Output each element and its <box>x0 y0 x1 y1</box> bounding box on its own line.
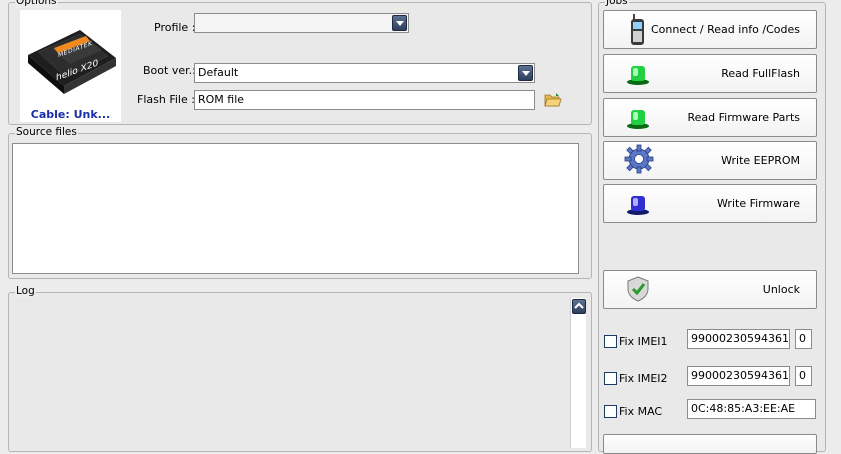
fix-imei1-checkbox[interactable] <box>604 335 617 348</box>
imei1-digit-value: 0 <box>799 332 806 345</box>
source-files-title: Source files <box>15 126 78 139</box>
gear-icon <box>624 144 654 174</box>
boot-select[interactable]: Default <box>194 63 535 83</box>
extra-job-button[interactable] <box>603 434 817 454</box>
write-eeprom-button[interactable]: Write EEPROM <box>603 141 817 180</box>
mac-input[interactable]: 0C:48:85:A3:EE:AE <box>687 399 816 419</box>
connect-read-info-button[interactable]: Connect / Read info /Codes <box>603 10 817 49</box>
write-eeprom-label: Write EEPROM <box>721 154 800 167</box>
chip-image: MEDIATEK helio X20 <box>20 10 121 108</box>
jobs-title: Jobs <box>605 0 629 8</box>
source-files-list[interactable] <box>12 143 579 274</box>
folder-open-icon[interactable] <box>544 92 562 108</box>
unlock-button[interactable]: Unlock <box>603 270 817 309</box>
imei1-input[interactable]: 990002305943613 <box>687 329 790 349</box>
cable-status-text: Cable: Unk... <box>30 108 111 121</box>
green-led-icon <box>624 59 652 87</box>
flash-file-input[interactable]: ROM file <box>194 90 535 110</box>
unlock-label: Unlock <box>762 283 800 296</box>
cable-status: Cable: Unk... <box>20 108 121 122</box>
options-title: Options <box>15 0 58 8</box>
imei2-check-digit[interactable]: 0 <box>795 366 812 386</box>
read-firmware-parts-label: Read Firmware Parts <box>687 111 801 124</box>
imei1-check-digit[interactable]: 0 <box>795 329 812 349</box>
imei2-value: 990002305943613 <box>691 369 790 382</box>
imei1-value: 990002305943613 <box>691 332 790 345</box>
phone-icon <box>624 14 652 45</box>
profile-select[interactable] <box>194 13 409 33</box>
fix-mac-label: Fix MAC <box>619 405 663 418</box>
profile-dropdown-icon[interactable] <box>392 15 407 31</box>
fix-imei2-label: Fix IMEI2 <box>619 372 668 385</box>
write-firmware-button[interactable]: Write Firmware <box>603 184 817 223</box>
imei2-digit-value: 0 <box>799 369 806 382</box>
green-led-icon <box>624 103 652 131</box>
mac-value: 0C:48:85:A3:EE:AE <box>691 402 796 415</box>
boot-dropdown-icon[interactable] <box>518 65 533 81</box>
read-fullflash-label: Read FullFlash <box>721 67 800 80</box>
fix-imei1-label: Fix IMEI1 <box>619 335 668 348</box>
boot-label: Boot ver.: <box>143 64 196 77</box>
chip-icon <box>28 30 116 94</box>
boot-value: Default <box>198 66 239 79</box>
log-title: Log <box>15 285 36 298</box>
read-fullflash-button[interactable]: Read FullFlash <box>603 54 817 93</box>
flash-file-value: ROM file <box>198 93 245 106</box>
connect-read-info-label: Connect / Read info /Codes <box>650 23 800 36</box>
blue-led-icon <box>624 189 652 217</box>
log-area[interactable] <box>12 298 570 448</box>
scroll-up-icon[interactable] <box>572 299 586 314</box>
write-firmware-label: Write Firmware <box>717 197 800 210</box>
profile-label: Profile : <box>154 21 196 34</box>
fix-imei2-checkbox[interactable] <box>604 372 617 385</box>
flash-file-label: Flash File : <box>137 93 195 106</box>
read-firmware-parts-button[interactable]: Read Firmware Parts <box>603 98 817 137</box>
fix-mac-checkbox[interactable] <box>604 405 617 418</box>
imei2-input[interactable]: 990002305943613 <box>687 366 790 386</box>
shield-check-icon <box>624 275 652 303</box>
log-scrollbar[interactable] <box>570 298 586 448</box>
